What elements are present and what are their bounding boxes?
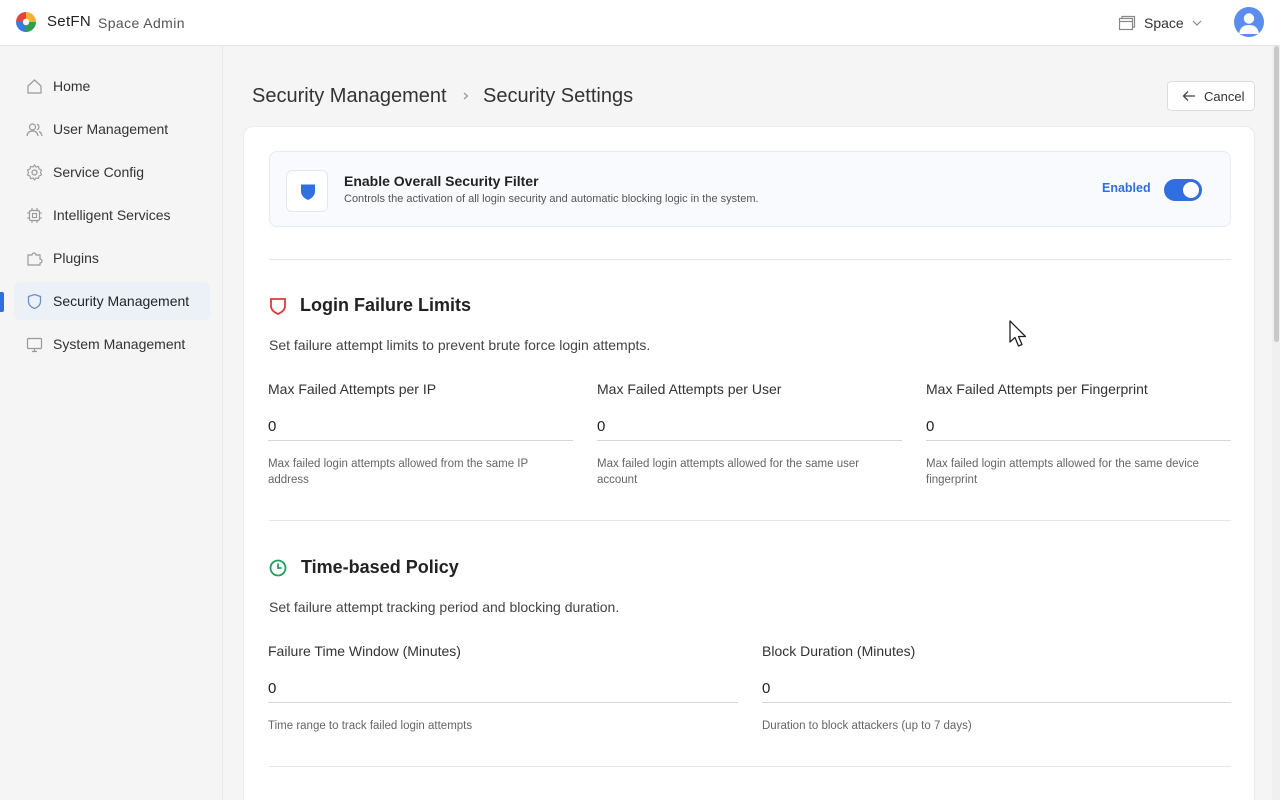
breadcrumb-parent[interactable]: Security Management: [252, 85, 447, 108]
sidebar: Home User Management Service Config Inte…: [0, 46, 223, 800]
clock-icon: [269, 559, 287, 577]
max-attempts-ip-label: Max Failed Attempts per IP: [268, 381, 437, 397]
sidebar-item-label: User Management: [53, 121, 169, 137]
block-duration-help: Duration to block attackers (up to 7 day…: [762, 720, 972, 732]
max-attempts-user-help: Max failed login attempts allowed for th…: [597, 458, 860, 486]
filter-description: Controls the activation of all login sec…: [344, 193, 759, 205]
users-icon: [26, 123, 43, 137]
user-avatar-icon[interactable]: [1234, 7, 1264, 37]
divider: [269, 766, 1231, 767]
active-indicator: [0, 292, 4, 312]
space-label: Space: [1144, 15, 1184, 31]
mouse-cursor-icon: [1009, 320, 1027, 347]
block-duration-input[interactable]: [762, 675, 1231, 703]
shield-outline-icon: [270, 298, 286, 315]
shield-icon: [27, 293, 42, 310]
shield-filled-icon: [301, 184, 315, 200]
sidebar-item-security-management[interactable]: Security Management: [14, 282, 210, 320]
max-attempts-fingerprint-input[interactable]: [926, 413, 1231, 441]
divider: [269, 520, 1231, 521]
sidebar-item-label: Plugins: [53, 250, 99, 266]
filter-title: Enable Overall Security Filter: [344, 173, 539, 189]
sidebar-item-label: System Management: [53, 336, 186, 352]
settings-card: Enable Overall Security Filter Controls …: [243, 126, 1255, 800]
space-switcher[interactable]: Space: [1118, 12, 1202, 34]
sidebar-item-label: Service Config: [53, 164, 145, 180]
page-title: Security Settings: [483, 85, 634, 107]
failure-window-input[interactable]: [268, 675, 738, 703]
time-policy-description: Set failure attempt tracking period and …: [269, 599, 620, 615]
failure-window-label: Failure Time Window (Minutes): [268, 643, 461, 659]
security-filter-panel: Enable Overall Security Filter Controls …: [269, 151, 1231, 227]
home-icon: [27, 79, 42, 94]
puzzle-icon: [27, 252, 43, 266]
top-bar: SetFN Space Admin Space: [0, 0, 1280, 46]
max-attempts-fingerprint-label: Max Failed Attempts per Fingerprint: [926, 381, 1148, 397]
brand-name: SetFN: [47, 13, 92, 30]
max-attempts-ip-help: Max failed login attempts allowed from t…: [268, 458, 528, 486]
security-filter-toggle[interactable]: [1164, 179, 1202, 201]
sidebar-item-label: Security Management: [53, 293, 190, 309]
divider: [269, 259, 1231, 260]
filter-status-label: Enabled: [1102, 181, 1151, 195]
cancel-label: Cancel: [1204, 89, 1245, 104]
monitor-icon: [26, 337, 43, 353]
time-policy-title: Time-based Policy: [301, 557, 459, 577]
sidebar-item-intelligent-services[interactable]: Intelligent Services: [14, 196, 210, 234]
sidebar-item-label: Intelligent Services: [53, 207, 171, 223]
gear-icon: [26, 164, 43, 181]
space-icon: [1118, 15, 1136, 31]
sidebar-item-home[interactable]: Home: [14, 67, 210, 105]
filter-icon-container: [286, 170, 328, 212]
max-attempts-fingerprint-help: Max failed login attempts allowed for th…: [926, 458, 1199, 486]
max-attempts-user-label: Max Failed Attempts per User: [597, 381, 782, 397]
chevron-right-icon: [463, 92, 469, 100]
cancel-button[interactable]: Cancel: [1167, 81, 1255, 111]
failure-window-help: Time range to track failed login attempt…: [268, 720, 473, 732]
login-limits-title: Login Failure Limits: [300, 295, 472, 315]
chip-icon: [27, 208, 42, 223]
sidebar-item-user-management[interactable]: User Management: [14, 110, 210, 148]
brand-subtitle: Space Admin: [98, 15, 185, 31]
login-limits-description: Set failure attempt limits to prevent br…: [269, 337, 651, 353]
arrow-left-icon: [1182, 91, 1195, 101]
sidebar-item-plugins[interactable]: Plugins: [14, 239, 210, 277]
scrollbar-thumb[interactable]: [1274, 46, 1279, 342]
max-attempts-user-input[interactable]: [597, 413, 902, 441]
setfn-logo-icon[interactable]: [16, 12, 36, 32]
sidebar-item-label: Home: [53, 78, 91, 94]
max-attempts-ip-input[interactable]: [268, 413, 573, 441]
toggle-knob: [1183, 182, 1199, 198]
sidebar-item-service-config[interactable]: Service Config: [14, 153, 210, 191]
sidebar-item-system-management[interactable]: System Management: [14, 325, 210, 363]
block-duration-label: Block Duration (Minutes): [762, 643, 916, 659]
chevron-down-icon: [1192, 20, 1202, 26]
